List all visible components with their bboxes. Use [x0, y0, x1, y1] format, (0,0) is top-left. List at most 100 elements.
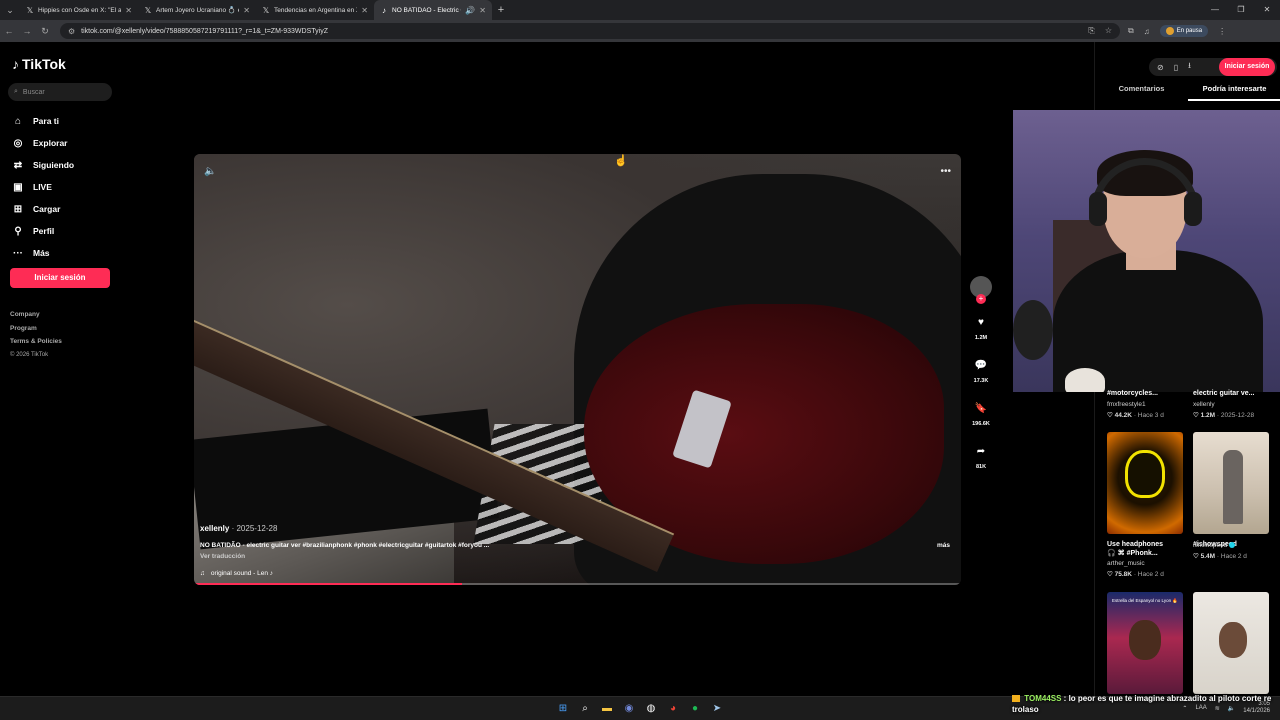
spotify-icon[interactable]: ● — [687, 700, 703, 716]
more-icon: ··· — [13, 247, 23, 259]
tab-title: Hippies con Osde en X: "El arte — [38, 6, 122, 14]
close-icon[interactable]: ✕ — [125, 6, 132, 15]
install-app-icon[interactable]: ⎘ — [1088, 26, 1094, 36]
tab-comentarios[interactable]: Comentarios — [1095, 84, 1188, 101]
settings-icon[interactable]: ⊘ — [1157, 63, 1164, 72]
card-thumbnail[interactable] — [1193, 592, 1269, 694]
browser-tab[interactable]: 𝕏 Tendencias en Argentina en X ✕ — [256, 0, 374, 20]
video-author[interactable]: xellenly · 2025-12-28 — [200, 524, 950, 533]
sidebar-item-live[interactable]: ▣ LIVE — [12, 176, 74, 198]
reload-icon[interactable]: ↻ — [36, 26, 54, 37]
site-info-icon[interactable]: ⚙ — [68, 27, 75, 36]
card-age: 2025-12-28 — [1220, 412, 1255, 419]
steam-icon[interactable]: ➤ — [709, 700, 725, 716]
heart-icon: ♡ — [1107, 571, 1113, 578]
tiktok-logo[interactable]: ♪ TikTok — [12, 56, 66, 72]
new-tab-button[interactable]: + — [492, 4, 510, 16]
more-options-icon[interactable]: ••• — [940, 166, 951, 177]
like-button[interactable]: ♥ 1.2M — [968, 312, 994, 342]
menu-icon[interactable]: ⋮ — [1218, 27, 1226, 36]
footer-link-terms[interactable]: Terms & Policies — [10, 335, 62, 349]
close-icon[interactable]: ✕ — [361, 6, 368, 15]
sidebar-item-perfil[interactable]: ⚲ Perfil — [12, 220, 74, 242]
url-field[interactable]: ⚙ tiktok.com/@xellenly/video/75888505872… — [60, 23, 1120, 39]
speaker-icon[interactable]: 🔊 — [465, 6, 475, 15]
more-link[interactable]: más — [937, 542, 950, 549]
sidebar-item-para-ti[interactable]: ⌂ Para ti — [12, 110, 74, 132]
minimize-icon[interactable]: — — [1202, 0, 1228, 20]
volume-icon[interactable]: 🔈 — [204, 166, 216, 177]
video-progress-bar[interactable] — [194, 583, 961, 585]
chat-username: TOM44SS — [1024, 694, 1062, 703]
bookmark-star-icon[interactable]: ☆ — [1105, 26, 1112, 36]
login-button[interactable]: Iniciar sesión — [10, 268, 110, 288]
obs-icon[interactable]: ◍ — [643, 700, 659, 716]
windows-start-icon[interactable]: ⊞ — [555, 700, 571, 716]
card-thumbnail[interactable] — [1107, 432, 1183, 534]
login-button[interactable]: Iniciar sesión — [1219, 58, 1275, 76]
recommended-card[interactable]: Estrella del Espanyol no Lyon 🔥 — [1107, 592, 1183, 694]
close-icon[interactable]: ✕ — [479, 6, 486, 15]
sidebar-item-siguiendo[interactable]: ⇄ Siguiendo — [12, 154, 74, 176]
close-window-icon[interactable]: ✕ — [1254, 0, 1280, 20]
card-title: #motorcycles... — [1107, 390, 1158, 397]
card-thumbnail[interactable] — [1193, 432, 1269, 534]
search-input[interactable]: ⌕ Buscar — [8, 83, 112, 101]
video-description: NO BATIDÃO - electric guitar ver #brazil… — [200, 542, 490, 549]
device-icon[interactable]: ▯ — [1174, 63, 1178, 72]
card-author[interactable]: ishowspeed — [1193, 542, 1269, 549]
search-placeholder: Buscar — [22, 88, 45, 96]
profile-button[interactable]: En pausa — [1159, 25, 1209, 37]
sidebar-item-cargar[interactable]: ⊞ Cargar — [12, 198, 74, 220]
card-author[interactable]: fmxfreestyle1 — [1107, 401, 1183, 408]
video-username[interactable]: xellenly — [200, 524, 229, 533]
recommended-card[interactable]: Use headphones 🎧 ⌘ #Phonk... arther_musi… — [1107, 432, 1183, 578]
card-title: Use headphones — [1107, 541, 1164, 548]
extensions-icon[interactable]: ⧉ — [1128, 26, 1134, 36]
browser-tab[interactable]: 𝕏 Hippies con Osde en X: "El arte ✕ — [20, 0, 138, 20]
sidebar-item-label: Más — [33, 248, 50, 258]
heart-icon: ♡ — [1193, 553, 1199, 560]
sidebar-item-label: Para ti — [33, 116, 59, 126]
recommended-card[interactable]: #ishowspeed ishowspeed ♡ 5.4M · Hace 2 d — [1193, 432, 1269, 578]
browser-tab-active[interactable]: ♪ NO BATIDÃO - Electric Guitar 🔊 ✕ — [374, 0, 492, 20]
browser-tab[interactable]: 𝕏 Artem Joyero Ucraniano 💍 en X ✕ — [138, 0, 256, 20]
close-icon[interactable]: ✕ — [243, 6, 250, 15]
comment-button[interactable]: 💬 17.3K — [968, 355, 994, 385]
person-figure — [1129, 620, 1161, 660]
maximize-icon[interactable]: ❐ — [1228, 0, 1254, 20]
author-avatar[interactable]: + — [970, 276, 992, 304]
search-icon[interactable]: ⌕ — [577, 700, 593, 716]
recommended-card[interactable]: electric guitar ve... xellenly ♡ 1.2M · … — [1193, 389, 1269, 419]
translate-link[interactable]: Ver traducción — [200, 553, 950, 560]
follow-plus-icon[interactable]: + — [976, 294, 986, 304]
like-count: 1.2M — [974, 335, 988, 341]
person-figure — [1223, 450, 1243, 524]
video-top-controls: 🔈 ••• — [194, 154, 961, 188]
file-explorer-icon[interactable]: ▬ — [599, 700, 615, 716]
back-icon[interactable]: ← — [0, 26, 18, 36]
download-icon[interactable]: ⭳ — [1188, 60, 1191, 74]
sidebar-item-mas[interactable]: ··· Más — [12, 242, 74, 264]
video-sound[interactable]: ♫ original sound - Len ♪ — [200, 570, 950, 577]
recommended-card[interactable]: #motorcycles... fmxfreestyle1 ♡ 44.2K · … — [1107, 389, 1183, 419]
card-stats: ♡ 5.4M · Hace 2 d — [1193, 553, 1247, 560]
tab-search-icon[interactable]: ⌄ — [0, 0, 20, 20]
footer-link-program[interactable]: Program — [10, 322, 62, 336]
discord-icon[interactable]: ◉ — [621, 700, 637, 716]
sidebar-item-explorar[interactable]: ◎ Explorar — [12, 132, 74, 154]
footer-link-company[interactable]: Company — [10, 308, 62, 322]
forward-icon[interactable]: → — [18, 26, 36, 36]
card-author[interactable]: xellenly — [1193, 401, 1269, 408]
x-logo-icon: 𝕏 — [144, 5, 152, 15]
video-player[interactable]: 🔈 ••• xellenly · 2025-12-28 NO BATIDÃO -… — [194, 154, 961, 585]
card-author[interactable]: arther_music — [1107, 560, 1183, 567]
chrome-icon[interactable]: ◕ — [665, 700, 681, 716]
media-icon[interactable]: ♫ — [1144, 27, 1150, 36]
tab-podria-interesarte[interactable]: Podría interesarte — [1188, 84, 1280, 101]
recommended-card[interactable] — [1193, 592, 1269, 694]
save-button[interactable]: 🔖 196.6K — [968, 398, 994, 428]
card-thumbnail[interactable]: Estrella del Espanyol no Lyon 🔥 — [1107, 592, 1183, 694]
music-note-icon: ♫ — [200, 570, 205, 577]
share-button[interactable]: ➦ 81K — [968, 441, 994, 471]
